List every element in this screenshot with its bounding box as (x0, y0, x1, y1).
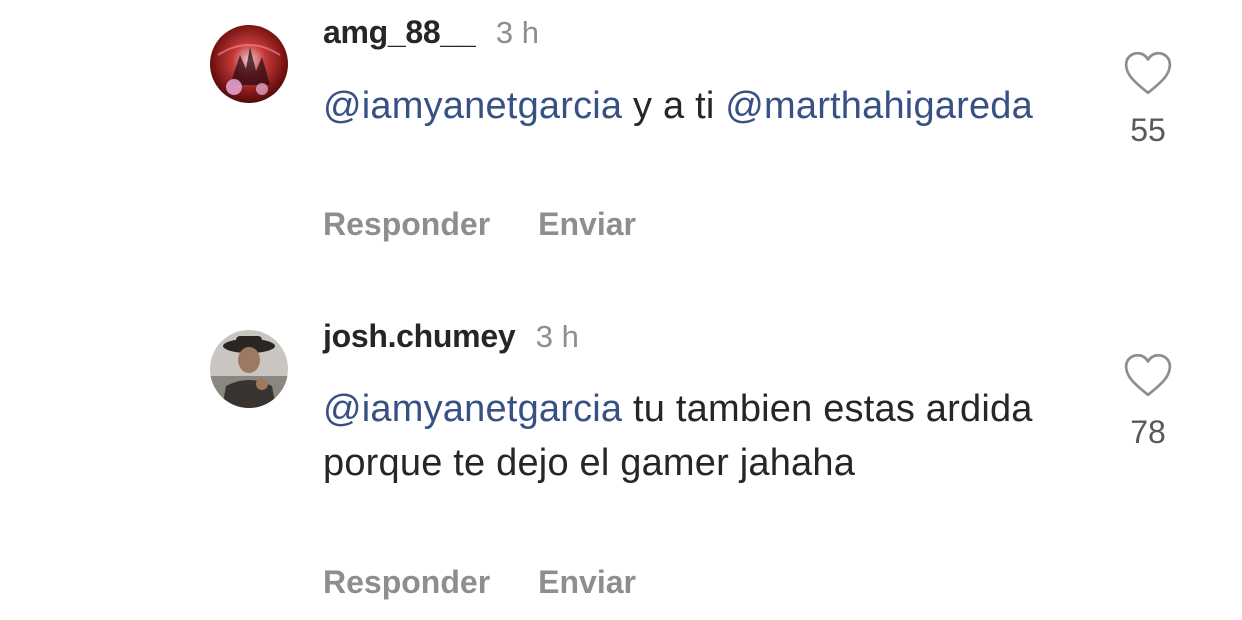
username[interactable]: josh.chumey (323, 318, 516, 354)
like-count: 55 (1130, 112, 1166, 148)
comment-body: y a ti (622, 85, 726, 127)
avatar-image (210, 330, 288, 408)
like-count: 78 (1130, 414, 1166, 450)
comment-actions: Responder Enviar (323, 206, 636, 243)
comment-text: @iamyanetgarcia y a ti @marthahigareda (323, 79, 1063, 133)
send-button[interactable]: Enviar (538, 564, 636, 600)
avatar[interactable] (210, 330, 288, 408)
send-button[interactable]: Enviar (538, 206, 636, 242)
mention-link[interactable]: @iamyanetgarcia (323, 388, 622, 430)
like-control: 55 (1120, 50, 1176, 149)
avatar-image (210, 25, 288, 103)
comment-item: amg_88__ 3 h @iamyanetgarcia y a ti @mar… (0, 0, 1242, 290)
like-control: 78 (1120, 352, 1176, 451)
mention-link[interactable]: @marthahigareda (725, 85, 1033, 127)
comment-header: amg_88__ 3 h (323, 14, 539, 51)
comment-header: josh.chumey 3 h (323, 318, 579, 355)
timestamp: 3 h (535, 319, 579, 354)
avatar[interactable] (210, 25, 288, 103)
heart-outline-icon[interactable] (1123, 352, 1173, 398)
reply-button[interactable]: Responder (323, 564, 490, 600)
comment-text: @iamyanetgarcia tu tambien estas ardida … (323, 382, 1063, 490)
username[interactable]: amg_88__ (323, 14, 476, 50)
comment-item: josh.chumey 3 h @iamyanetgarcia tu tambi… (0, 300, 1242, 620)
comment-actions: Responder Enviar (323, 564, 636, 601)
mention-link[interactable]: @iamyanetgarcia (323, 85, 622, 127)
reply-button[interactable]: Responder (323, 206, 490, 242)
timestamp: 3 h (495, 15, 539, 50)
heart-outline-icon[interactable] (1123, 50, 1173, 96)
